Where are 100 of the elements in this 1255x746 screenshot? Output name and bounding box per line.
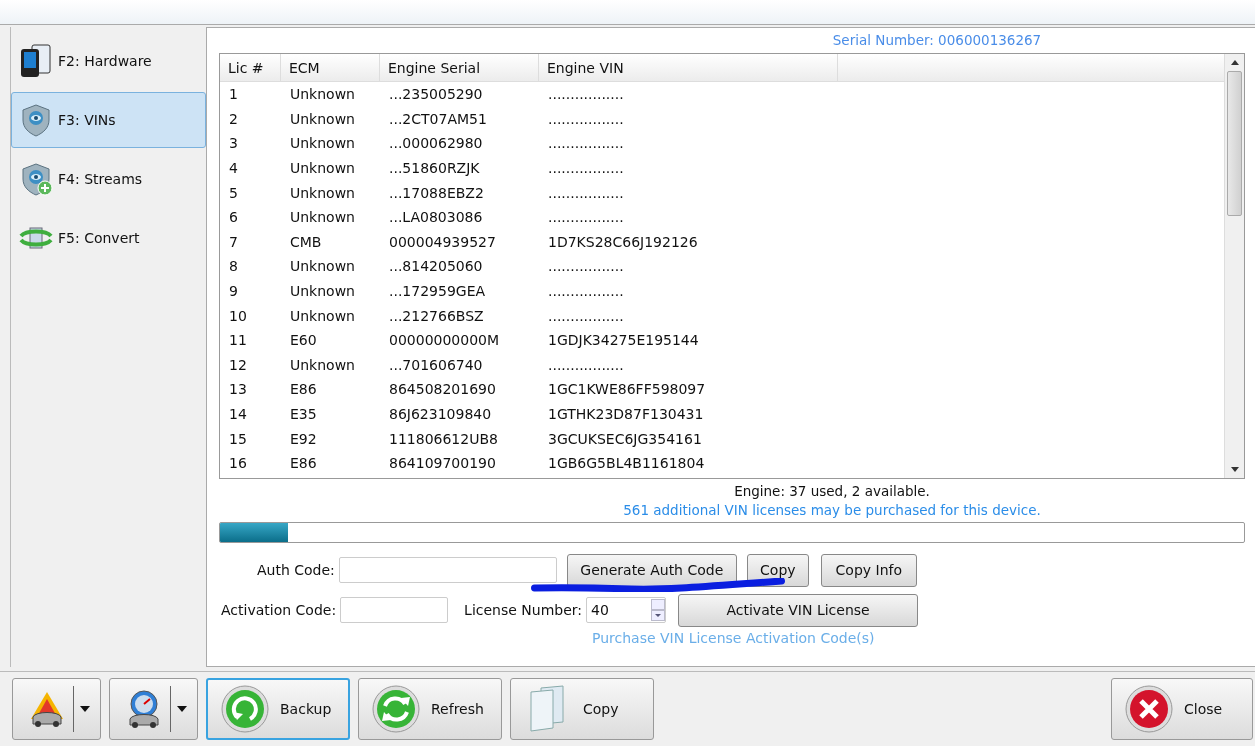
- sidebar-item-label: F3: VINs: [58, 112, 116, 128]
- number-spinner[interactable]: 40: [586, 597, 667, 623]
- table-cell-text: E35: [289, 405, 318, 424]
- table-cell-text: ...814205060: [388, 257, 484, 277]
- table-cell-text: .................: [547, 257, 625, 277]
- split-button[interactable]: [109, 678, 198, 740]
- table-cell-text: ...235005290: [388, 85, 484, 105]
- table-cell-text: ...17088EBZ2: [388, 183, 485, 203]
- table-cell-text: ...LA0803086: [388, 208, 484, 228]
- table-cell-text: Unknown: [289, 109, 356, 129]
- table-cell-text: 6: [228, 208, 239, 228]
- generate-button[interactable]: Generate Auth Code: [566, 553, 737, 587]
- table-cell-text: .................: [547, 134, 625, 154]
- table-cell-text: .................: [547, 208, 625, 228]
- table-cell-text: 00000000000M: [388, 331, 501, 351]
- table-cell-text: 16: [228, 454, 248, 474]
- table-cell-text: 14: [228, 405, 248, 424]
- table-cell-text: 111806612UB8: [388, 429, 499, 449]
- table-cell-text: 15: [228, 429, 248, 449]
- engine-status: Engine: 37 used, 2 available.: [733, 482, 930, 499]
- table-cell-text: E86: [289, 380, 318, 400]
- table-cell-text: 4: [228, 159, 239, 179]
- input-field[interactable]: [340, 597, 449, 623]
- table-cell-text: 10: [228, 306, 248, 326]
- table-cell-text: 3: [228, 134, 239, 154]
- table-cell-text: .................: [547, 109, 625, 129]
- table-cell-text: ...51860RZJK: [388, 159, 481, 179]
- table-cell-text: ...212766BSZ: [388, 306, 485, 326]
- field-label: License Number:: [464, 602, 583, 618]
- table-cell-text: .................: [547, 183, 625, 203]
- table-cell-text: 1: [228, 85, 239, 105]
- table-cell-text: 86J623109840: [388, 405, 493, 424]
- table-cell-text: Unknown: [289, 257, 356, 277]
- table-cell-text: 1GTHK23D87F130431: [547, 405, 705, 424]
- table-cell-text: Unknown: [289, 282, 356, 302]
- table-cell-text: 2: [228, 109, 239, 129]
- sidebar-item-label: F2: Hardware: [58, 53, 152, 69]
- sidebar-item[interactable]: F5: Convert: [11, 210, 206, 266]
- table-cell-text: E86: [289, 454, 318, 474]
- table-cell-text: Unknown: [289, 355, 356, 375]
- sidebar-item-label: F5: Convert: [58, 230, 140, 246]
- table-cell-text: ...172959GEA: [388, 282, 487, 302]
- table-cell-text: .................: [547, 282, 625, 302]
- table-cell-text: 13: [228, 380, 248, 400]
- spinner-arrows-icon: [651, 599, 666, 621]
- table-cell-text: .................: [547, 306, 625, 326]
- split-button[interactable]: [12, 678, 101, 740]
- table-cell-text: 12: [228, 355, 248, 375]
- table-cell-text: Unknown: [289, 134, 356, 154]
- purchase-note: 561 additional VIN licenses may be purchased for this device.: [622, 501, 1041, 518]
- sidebar-item[interactable]: F3: VINs: [11, 92, 206, 148]
- sidebar-item-label: F4: Streams: [58, 171, 143, 187]
- table-cell-text: Unknown: [289, 85, 356, 105]
- table-cell-text: Unknown: [289, 159, 356, 179]
- table-cell-text: 864109700190: [388, 454, 497, 474]
- table-cell-text: 000004939527: [388, 232, 497, 252]
- table-cell-text: 1GDJK34275E195144: [547, 331, 700, 351]
- table-cell-text: 5: [228, 183, 239, 203]
- device-icon: [18, 43, 54, 79]
- sidebar-item[interactable]: F4: Streams: [11, 151, 206, 207]
- vertical-scrollbar[interactable]: [1224, 54, 1244, 478]
- table-cell-text: 1D7KS28C66J192126: [547, 232, 699, 252]
- scrollbar-thumb[interactable]: [1227, 71, 1242, 216]
- column-header[interactable]: Engine Serial: [380, 54, 539, 81]
- table-cell-text: E60: [289, 331, 318, 351]
- toolbar-button[interactable]: Copy: [510, 678, 654, 740]
- input-field[interactable]: [338, 557, 557, 583]
- table-cell-text: 11: [228, 331, 248, 351]
- table-cell-text: Unknown: [289, 208, 356, 228]
- table-cell-text: .................: [547, 159, 625, 179]
- table-cell-text: ...000062980: [388, 134, 484, 154]
- close-icon: [1124, 684, 1174, 734]
- column-header[interactable]: Lic #: [220, 54, 281, 81]
- toolbar-button[interactable]: Refresh: [358, 678, 502, 740]
- table-cell-text: 3GCUKSEC6JG354161: [547, 429, 703, 449]
- table-cell-text: 7: [228, 232, 239, 252]
- table-cell-text: E92: [289, 429, 318, 449]
- table-cell-text: 864508201690: [388, 380, 497, 400]
- table-cell-text: 9: [228, 282, 239, 302]
- table-cell-text: .................: [547, 85, 625, 105]
- field-label: Activation Code:: [221, 602, 337, 618]
- sidebar-item[interactable]: F2: Hardware: [11, 33, 206, 89]
- activate-button[interactable]: Activate VIN License: [678, 593, 919, 627]
- close-button[interactable]: Close: [1111, 678, 1253, 740]
- table-cell-text: CMB: [289, 232, 323, 252]
- refresh-icon: [371, 684, 421, 734]
- caret-icon[interactable]: [80, 706, 90, 712]
- table-cell-text: 1GB6G5BL4B1161804: [547, 454, 706, 474]
- table-cell-text: 1GC1KWE86FF598097: [547, 380, 707, 400]
- table-cell-text: Unknown: [289, 306, 356, 326]
- toolbar-button[interactable]: Backup: [206, 678, 350, 740]
- column-header[interactable]: ECM: [281, 54, 380, 81]
- caret-icon[interactable]: [177, 706, 187, 712]
- column-header[interactable]: Engine VIN: [539, 54, 838, 81]
- table-cell-text: .................: [547, 355, 625, 375]
- serial-number: Serial Number: 006000136267: [831, 31, 1042, 50]
- field-label: Auth Code:: [257, 562, 335, 578]
- table-cell-text: ...2CT07AM51: [388, 109, 488, 129]
- copy-info-button[interactable]: Copy Info: [820, 553, 917, 587]
- table-cell-text: ...701606740: [388, 355, 484, 375]
